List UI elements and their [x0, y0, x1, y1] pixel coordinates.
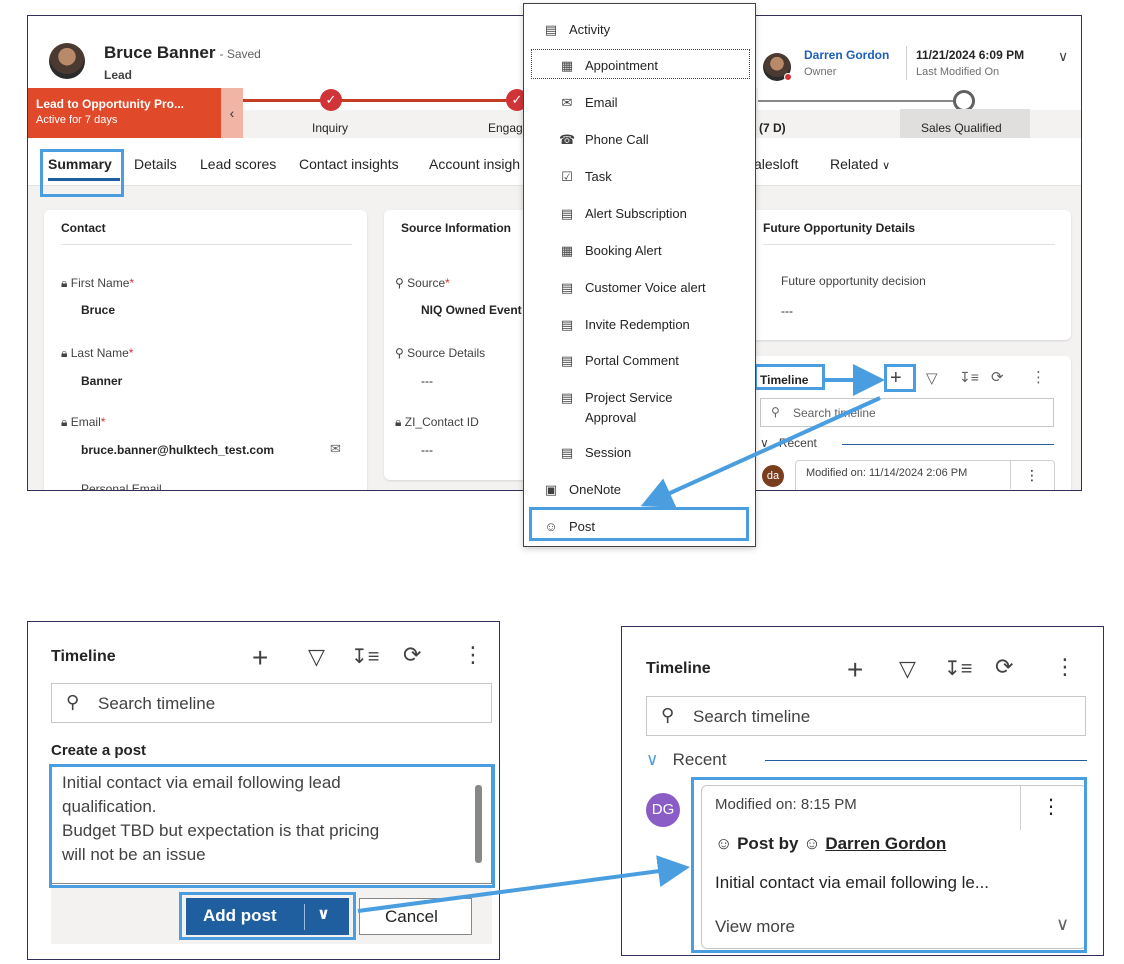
arrow-to-post — [640, 396, 881, 508]
annotation-arrows — [357, 364, 885, 913]
arrow-to-result — [357, 855, 690, 913]
